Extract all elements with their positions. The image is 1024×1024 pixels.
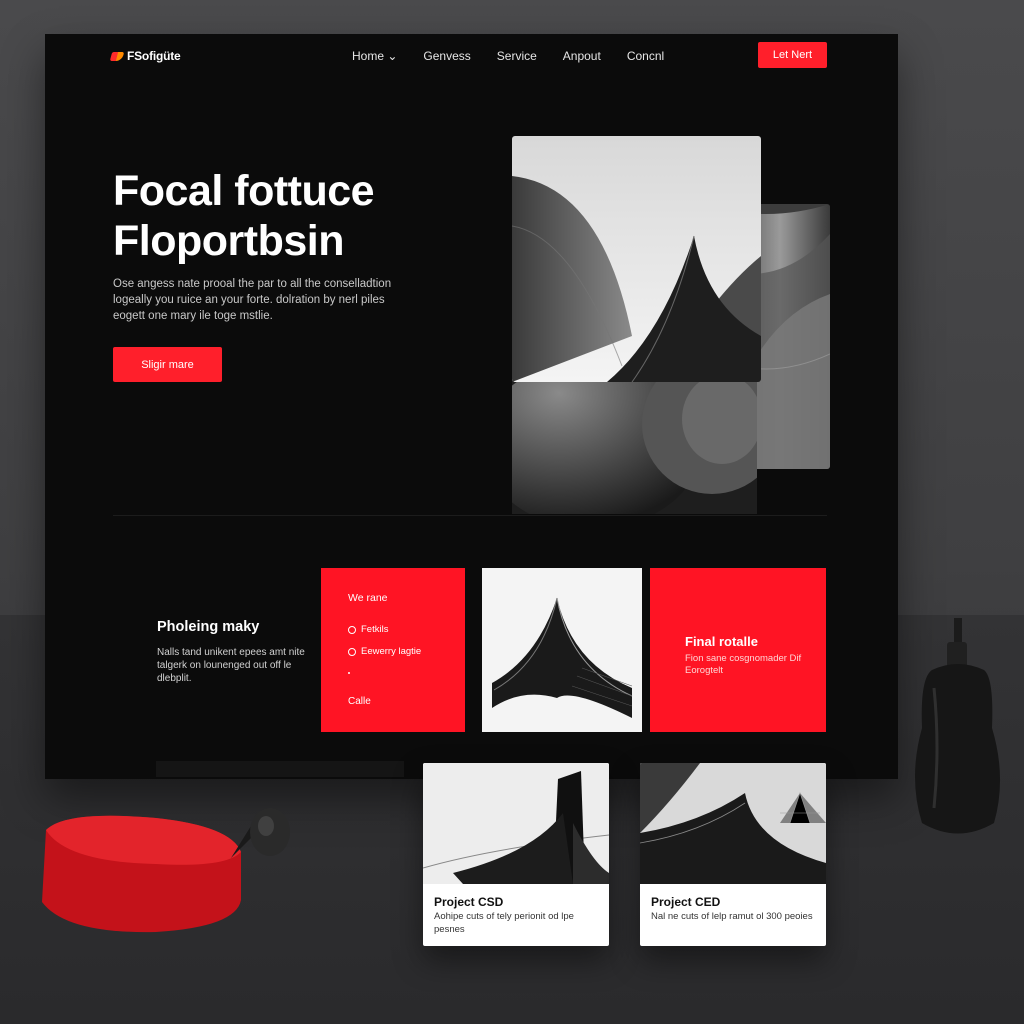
nav-item-service[interactable]: Service [497, 49, 537, 63]
nav-item-home[interactable]: Home ⌄ [352, 49, 397, 63]
architecture-image-card[interactable] [482, 568, 642, 732]
feature-item-1[interactable]: Fetkils [348, 624, 388, 635]
red-stand-prop [36, 812, 244, 934]
feature-item-1-label: Fetkils [361, 624, 389, 635]
hero-cta-button[interactable]: Sligir mare [113, 347, 222, 382]
feature-card-2-body: Fion sane cosgnomader Dif Eorogtelt [685, 653, 802, 676]
brand-logo[interactable]: FSofigüte [111, 49, 181, 63]
project-card-1-description: Aohipe cuts of tely perionit od lpe pesn… [434, 911, 574, 935]
feature-card-2-title: Final rotalle [685, 634, 758, 649]
circle-icon [348, 625, 356, 634]
features-description: Nalls tand unikent epees amt nite talger… [157, 647, 305, 684]
project-card-1[interactable]: Project CSD Aohipe cuts of tely perionit… [423, 763, 609, 946]
project-card-2[interactable]: Project CED Nal ne cuts of lelp ramut ol… [640, 763, 826, 946]
hero-title: Focal fottuce Floportbsin [113, 166, 375, 266]
bullet-dot-icon [348, 672, 350, 674]
hero-title-line-1: Focal fottuce [113, 167, 375, 215]
feature-card-red-2[interactable]: Final rotalle Fion sane cosgnomader Dif … [650, 568, 826, 732]
nav-item-5[interactable]: Concnl [627, 49, 664, 63]
hero-title-line-2: Floportbsin [113, 217, 344, 265]
nav-cta-button[interactable]: Let Nert [758, 42, 827, 68]
hero-description: Ose angess nate prooal the par to all th… [113, 278, 392, 322]
main-nav: Home ⌄ Genvess Service Anpout Concnl [352, 49, 664, 63]
circle-icon [348, 647, 356, 656]
bottle-prop [912, 618, 1002, 840]
project-card-2-description: Nal ne cuts of lelp ramut ol 300 peoies [651, 911, 813, 922]
nav-item-4[interactable]: Anpout [563, 49, 601, 63]
feature-card-red[interactable]: We rane Fetkils Eewerry lagtie Calle [321, 568, 465, 732]
feature-card-heading: We rane [348, 592, 388, 604]
shadow-strip [156, 761, 404, 777]
features-title: Pholeing maky [157, 619, 260, 635]
feature-card-footer[interactable]: Calle [348, 696, 371, 707]
feature-item-2[interactable]: Eewerry lagtie [348, 646, 421, 657]
hero-image-base [512, 364, 757, 514]
project-card-1-image [423, 763, 609, 884]
project-card-2-title: Project CED [651, 895, 721, 909]
brand-name: FSofigüte [127, 49, 181, 63]
nav-item-2[interactable]: Genvess [423, 49, 470, 63]
feature-item-2-label: Eewerry lagtie [361, 646, 422, 657]
website-mockup-screen: FSofigüte Home ⌄ Genvess Service Anpout … [45, 34, 898, 779]
project-card-2-image [640, 763, 826, 884]
logo-mark-icon [111, 52, 123, 61]
hero-image-front [512, 136, 761, 382]
project-card-1-title: Project CSD [434, 895, 504, 909]
section-divider [113, 515, 827, 516]
cone-prop [226, 800, 294, 862]
